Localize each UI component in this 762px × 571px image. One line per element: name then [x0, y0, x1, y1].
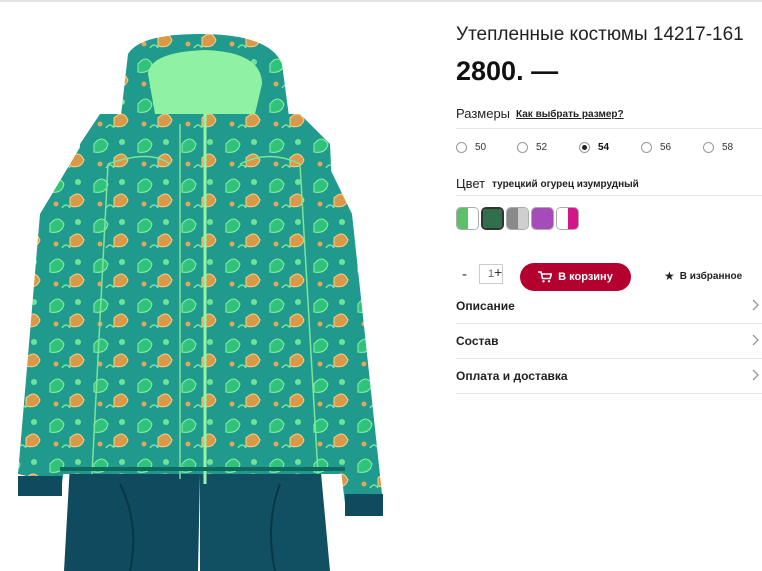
radio-icon	[703, 141, 714, 153]
color-swatches	[456, 207, 579, 230]
cart-icon	[538, 271, 553, 283]
chevron-right-icon	[752, 369, 759, 381]
add-to-favorites-button[interactable]: ★ В избранное	[664, 269, 742, 283]
color-label: Цвет	[456, 176, 486, 191]
size-option-50[interactable]: 50	[456, 139, 486, 155]
star-icon: ★	[664, 269, 675, 283]
sizes-divider	[456, 128, 762, 129]
accordion-composition[interactable]: Состав	[456, 325, 762, 359]
chevron-right-icon	[752, 334, 759, 346]
swatch-right	[492, 209, 502, 228]
accordion-payment-delivery[interactable]: Оплата и доставка	[456, 360, 762, 394]
swatch-left	[483, 209, 493, 228]
swatch-right	[542, 208, 553, 229]
size-label: 54	[598, 141, 610, 153]
cart-button-label: В корзину	[558, 271, 613, 283]
swatch-left	[532, 208, 543, 229]
color-swatch[interactable]	[531, 207, 554, 230]
swatch-right	[467, 208, 478, 229]
accordion-divider	[456, 323, 762, 324]
size-label: 52	[536, 141, 548, 153]
size-option-52[interactable]: 52	[517, 139, 547, 155]
size-option-56[interactable]: 56	[641, 139, 671, 155]
accordion-label: Описание	[456, 299, 515, 313]
sizes-label: Размеры	[456, 106, 511, 121]
accordion-label: Состав	[456, 334, 499, 348]
quantity-decrease-button[interactable]: -	[462, 266, 467, 283]
swatch-right	[517, 208, 528, 229]
radio-icon	[456, 141, 467, 153]
radio-selected-icon	[579, 141, 590, 153]
color-value: турецкий огурец изумрудный	[492, 179, 639, 190]
swatch-left	[557, 208, 568, 229]
accordion-label: Оплата и доставка	[456, 369, 568, 383]
product-price: 2800. —	[456, 56, 559, 86]
product-title: Утепленные костюмы 14217-161	[456, 24, 744, 45]
size-label: 58	[722, 141, 734, 153]
swatch-left	[507, 208, 518, 229]
product-image	[18, 34, 383, 571]
quantity-increase-button[interactable]: +	[494, 264, 502, 280]
color-swatch[interactable]	[456, 207, 479, 230]
accordion-divider	[456, 393, 762, 394]
size-label: 56	[660, 141, 672, 153]
size-label: 50	[475, 141, 487, 153]
chevron-right-icon	[752, 299, 759, 311]
swatch-left	[457, 208, 468, 229]
size-option-54[interactable]: 54	[579, 139, 609, 155]
add-to-cart-button[interactable]: В корзину	[520, 263, 631, 291]
swatch-right	[567, 208, 578, 229]
color-swatch[interactable]	[556, 207, 579, 230]
radio-icon	[641, 141, 652, 153]
color-swatch-selected[interactable]	[481, 207, 504, 230]
radio-icon	[517, 141, 528, 153]
accordion-divider	[456, 358, 762, 359]
color-swatch[interactable]	[506, 207, 529, 230]
size-option-58[interactable]: 58	[703, 139, 733, 155]
accordion-description[interactable]: Описание	[456, 290, 762, 324]
color-divider	[456, 195, 762, 196]
size-guide-link[interactable]: Как выбрать размер?	[516, 109, 624, 120]
top-divider	[0, 0, 762, 2]
favorites-label: В избранное	[679, 270, 743, 282]
